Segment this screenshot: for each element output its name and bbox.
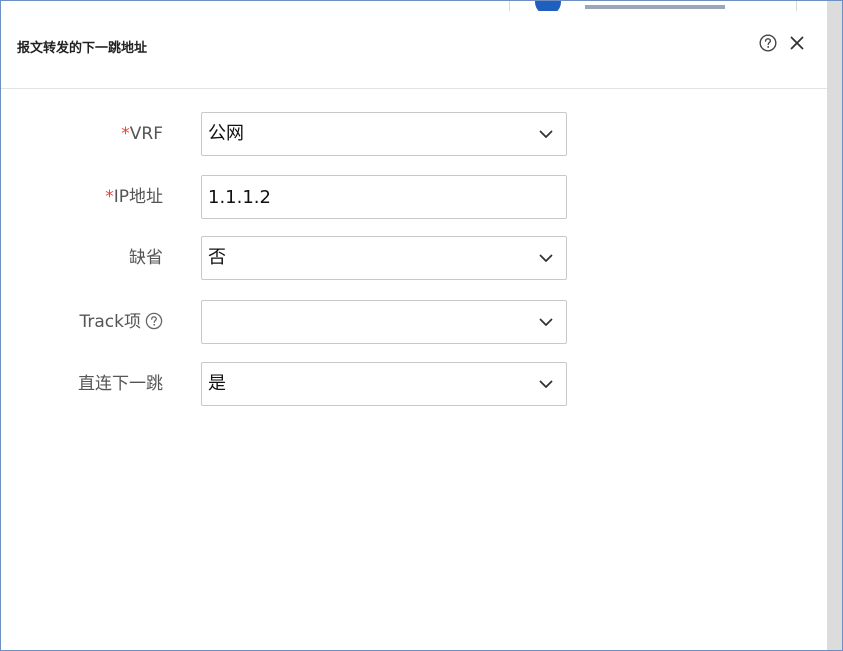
form-row-vrf: *VRF 公网 [1, 112, 827, 156]
close-icon[interactable] [787, 33, 807, 53]
ip-label-text: IP地址 [113, 187, 163, 207]
ip-label: *IP地址 [105, 175, 163, 219]
track-label-text: Track项 [79, 312, 141, 332]
direct-next-hop-label: 直连下一跳 [78, 374, 163, 394]
dialog-header: 报文转发的下一跳地址 [1, 11, 827, 89]
chevron-down-icon [539, 254, 553, 262]
background-obscured-text [585, 3, 725, 9]
default-select-value: 否 [208, 247, 226, 268]
track-label: Track项 [80, 300, 163, 344]
chevron-down-icon [539, 380, 553, 388]
ip-address-input[interactable] [201, 175, 567, 219]
form-row-direct-next-hop: 直连下一跳 是 [1, 362, 827, 406]
track-select[interactable] [201, 300, 567, 344]
next-hop-dialog: 报文转发的下一跳地址 *VRF 公网 *IP地址 1.1.1.2 缺省 否 Tr… [1, 11, 827, 650]
vrf-select[interactable]: 公网 [201, 112, 567, 156]
background-scroll-strip [827, 1, 842, 650]
chevron-down-icon [539, 318, 553, 326]
dialog-title: 报文转发的下一跳地址 [17, 41, 148, 56]
ip-address-field[interactable] [202, 176, 566, 218]
chevron-down-icon [539, 130, 553, 138]
screenshot-frame: 报文转发的下一跳地址 *VRF 公网 *IP地址 1.1.1.2 缺省 否 Tr… [0, 0, 843, 651]
default-select[interactable]: 否 [201, 236, 567, 280]
vrf-label-text: VRF [129, 124, 163, 144]
default-label: 缺省 [129, 248, 163, 268]
direct-next-hop-select[interactable]: 是 [201, 362, 567, 406]
required-mark: * [105, 187, 114, 207]
form-row-ip: *IP地址 [1, 175, 827, 219]
help-icon[interactable] [759, 34, 777, 52]
form-row-track: Track项 [1, 300, 827, 344]
direct-next-hop-select-value: 是 [208, 373, 226, 394]
vrf-label: *VRF [121, 112, 163, 156]
required-mark: * [121, 124, 130, 144]
form-row-default: 缺省 否 [1, 236, 827, 280]
track-help-icon[interactable] [145, 312, 163, 330]
vrf-select-value: 公网 [208, 123, 244, 144]
